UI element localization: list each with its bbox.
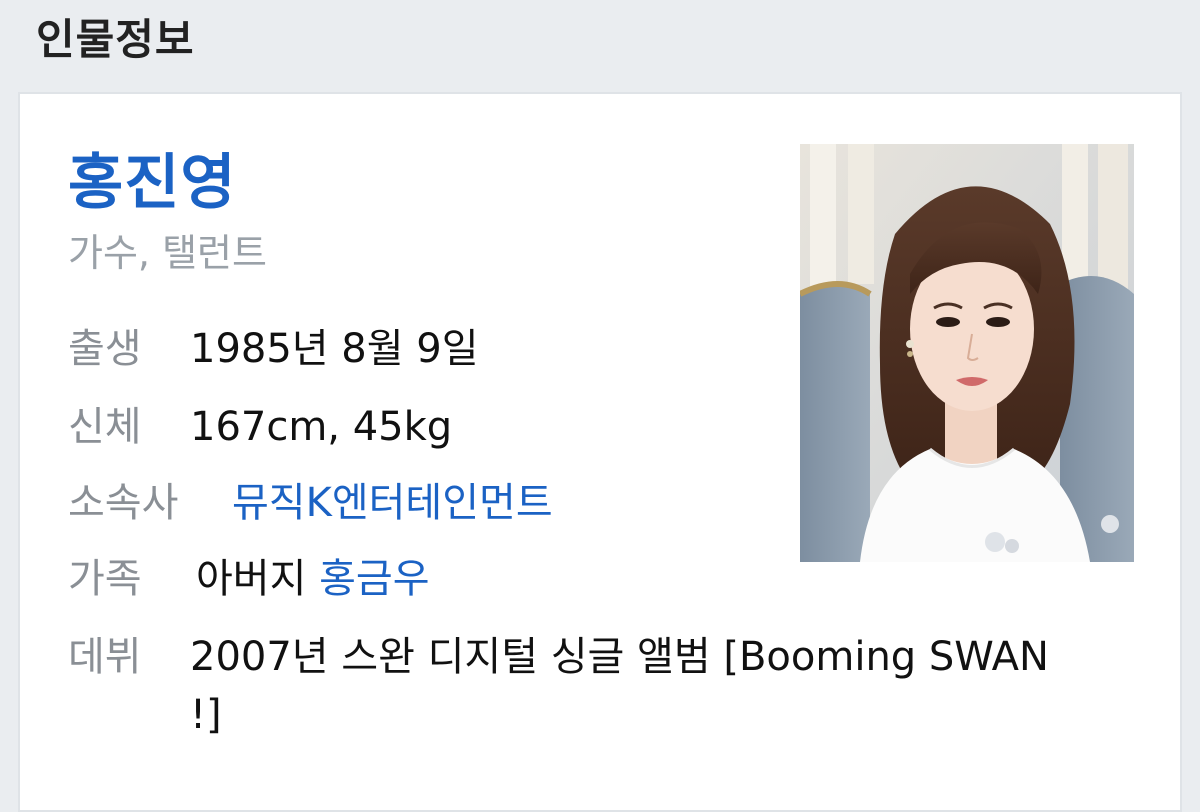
info-row-agency: 소속사 뮤직K엔터테인먼트 (68, 474, 553, 532)
body-value: 167cm, 45kg (190, 404, 453, 450)
person-name-link[interactable]: 홍진영 (68, 134, 237, 221)
info-row-family: 가족 아버지 홍금우 (68, 550, 430, 608)
family-member-link[interactable]: 홍금우 (319, 556, 429, 602)
birth-label: 출생 (68, 326, 142, 372)
agency-link[interactable]: 뮤직K엔터테인먼트 (232, 474, 553, 532)
family-value: 아버지 홍금우 (196, 550, 430, 608)
info-row-birth: 출생 1985년 8월 9일 (68, 320, 479, 378)
person-photo-icon[interactable] (800, 144, 1134, 562)
debut-value: 2007년 스완 디지털 싱글 앨범 [Booming SWAN !] (190, 634, 1049, 738)
debut-label: 데뷔 (68, 634, 142, 680)
family-relation: 아버지 (196, 556, 307, 602)
section-title: 인물정보 (36, 15, 195, 64)
family-label: 가족 (68, 556, 142, 602)
birth-value: 1985년 8월 9일 (190, 326, 479, 372)
info-row-debut: 데뷔 2007년 스완 디지털 싱글 앨범 [Booming SWAN !] (68, 628, 1050, 744)
info-row-body: 신체 167cm, 45kg (68, 398, 452, 456)
person-info-card: 홍진영 가수, 탤런트 출생 1985년 8월 9일 신체 167cm, 45k… (18, 92, 1182, 812)
agency-label: 소속사 (68, 480, 179, 526)
person-occupation: 가수, 탤런트 (68, 231, 267, 275)
body-label: 신체 (68, 404, 142, 450)
